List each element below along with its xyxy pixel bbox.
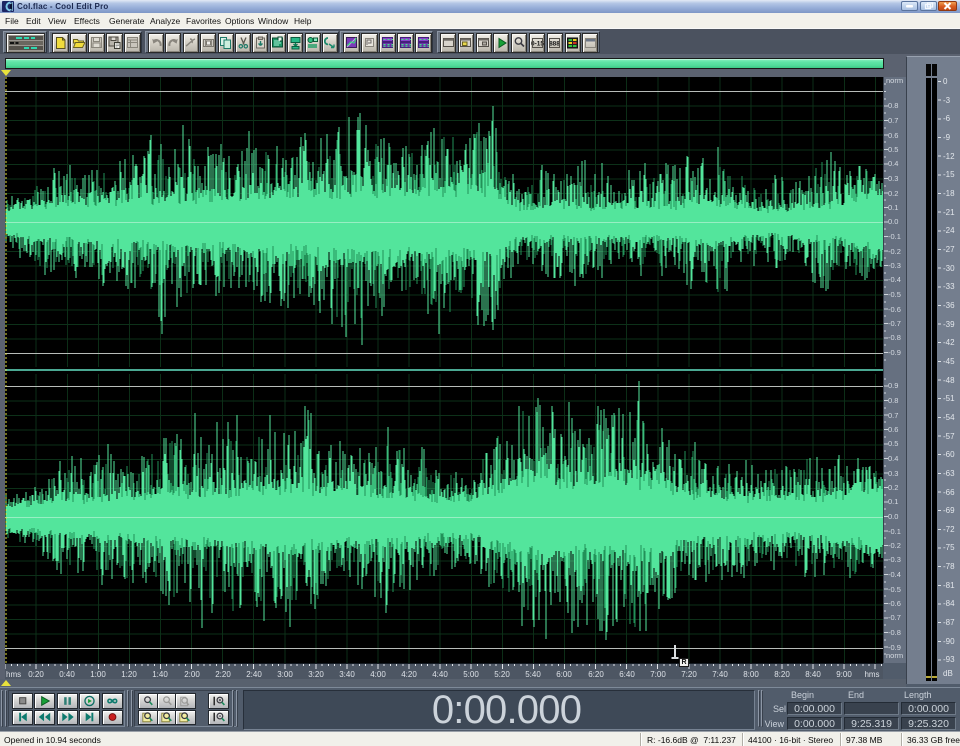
svg-text:888: 888 <box>549 41 560 48</box>
